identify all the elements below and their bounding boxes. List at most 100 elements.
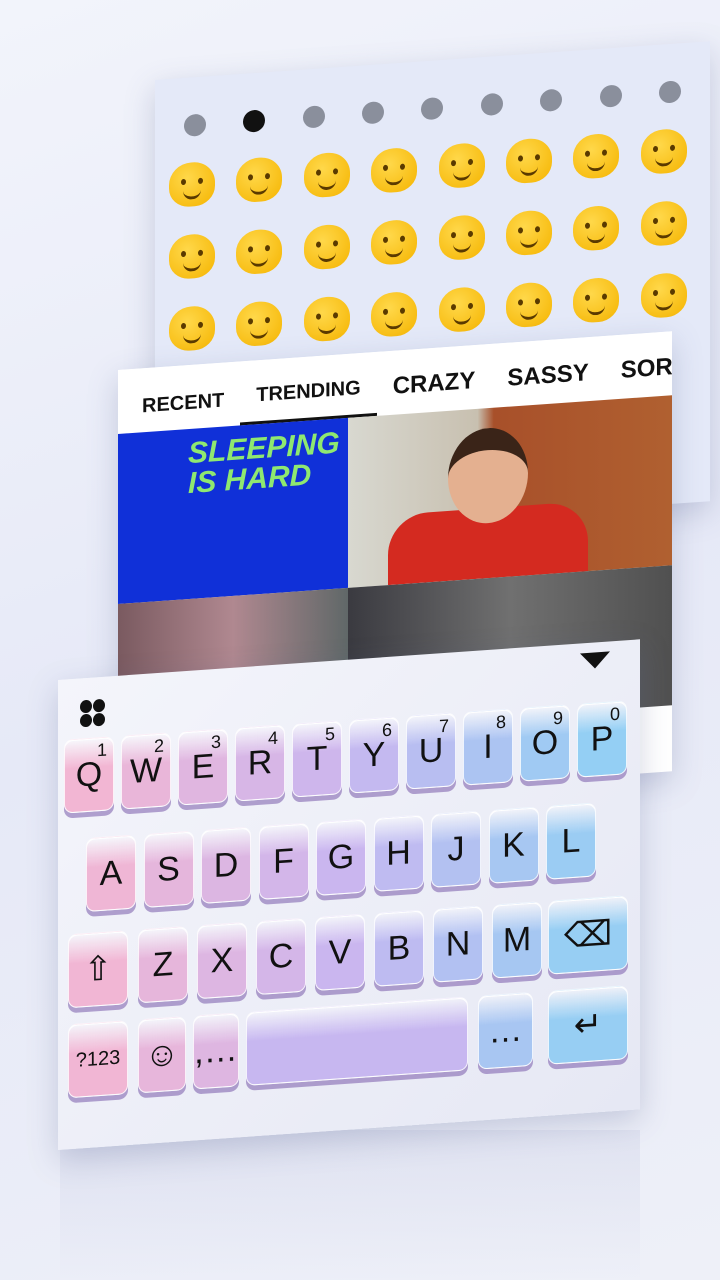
- key-label: M: [502, 919, 532, 960]
- app-menu-icon[interactable]: [80, 698, 106, 729]
- emoji-item[interactable]: [573, 204, 620, 252]
- key-k[interactable]: K: [488, 806, 539, 884]
- emoji-item[interactable]: [505, 209, 552, 257]
- key-q[interactable]: Q1: [64, 736, 114, 814]
- emoji-item[interactable]: [573, 132, 620, 180]
- key-label: G: [327, 836, 355, 877]
- keyboard-reflection: [60, 1130, 640, 1280]
- symbols-key[interactable]: ?123: [68, 1020, 128, 1099]
- gif-woman-red-sweater[interactable]: [348, 395, 672, 588]
- key-i[interactable]: I8: [463, 708, 513, 786]
- key-e[interactable]: E3: [178, 728, 228, 806]
- key-label: H: [386, 832, 411, 873]
- emoji-item[interactable]: [371, 146, 418, 194]
- key-x[interactable]: X: [197, 921, 247, 1000]
- key-y[interactable]: Y6: [349, 716, 399, 794]
- key-d[interactable]: D: [201, 826, 251, 905]
- key-t[interactable]: T5: [292, 720, 342, 798]
- key-label: C: [268, 936, 294, 976]
- emoji-item[interactable]: [169, 232, 215, 281]
- key-label: ,…: [194, 1029, 238, 1071]
- emoji-grid: [155, 111, 710, 368]
- key-a[interactable]: A: [86, 834, 136, 913]
- key-m[interactable]: M: [492, 901, 542, 979]
- key-h[interactable]: H: [373, 814, 424, 892]
- key-label: ⌫: [563, 914, 613, 956]
- emoji-item[interactable]: [236, 300, 283, 348]
- key-number-hint: 9: [552, 707, 563, 729]
- collapse-keyboard-icon[interactable]: [580, 651, 610, 670]
- emoji-item[interactable]: [505, 137, 552, 185]
- flag-icon[interactable]: [659, 79, 682, 104]
- emoji-item[interactable]: [438, 285, 485, 334]
- smiley-icon[interactable]: [243, 108, 266, 133]
- key-number-hint: 4: [267, 727, 278, 749]
- clock-icon[interactable]: [183, 112, 206, 137]
- key-j[interactable]: J: [431, 810, 481, 888]
- emoji-item[interactable]: [505, 281, 552, 329]
- key-label: Z: [152, 944, 174, 984]
- key-f[interactable]: F: [258, 822, 309, 900]
- key-label: J: [447, 829, 465, 869]
- emoji-item[interactable]: [303, 223, 350, 271]
- keyboard: Q 1 W 2 E 3 R 4 T 5 Y 6 U 7 I 8 O 9 P 0 A S D F G H J K L ⇧ Z X C V B N M ⌫ ?1…: [58, 639, 640, 1150]
- shift-key[interactable]: ⇧: [68, 930, 128, 1009]
- key-label: L: [561, 820, 581, 861]
- key-label: ?123: [75, 1046, 121, 1072]
- gif-sleeping-is-hard[interactable]: SLEEPING IS HARD: [118, 417, 348, 604]
- key-u[interactable]: U7: [406, 712, 456, 790]
- comma-key[interactable]: ,…: [193, 1012, 239, 1090]
- enter-key[interactable]: ↵: [548, 985, 628, 1065]
- key-label: …: [488, 1010, 523, 1051]
- key-number-hint: 7: [438, 715, 449, 737]
- emoji-item[interactable]: [236, 156, 283, 204]
- space-key[interactable]: [246, 996, 468, 1086]
- lightbulb-icon[interactable]: [540, 88, 563, 112]
- key-number-hint: 8: [495, 711, 506, 733]
- key-label: N: [445, 923, 471, 964]
- key-v[interactable]: V: [315, 913, 365, 992]
- emoji-item[interactable]: [169, 160, 215, 209]
- key-label: X: [210, 940, 234, 980]
- emoji-item[interactable]: [303, 295, 350, 343]
- bear-icon[interactable]: [302, 104, 325, 129]
- key-number-hint: 1: [96, 739, 107, 761]
- backspace-key[interactable]: ⌫: [548, 895, 628, 975]
- key-r[interactable]: R4: [235, 724, 285, 802]
- key-s[interactable]: S: [143, 830, 194, 909]
- football-icon[interactable]: [480, 92, 503, 116]
- emoji-item[interactable]: [236, 228, 283, 276]
- key-number-hint: 0: [609, 703, 620, 725]
- key-label: D: [213, 844, 239, 885]
- period-key[interactable]: …: [478, 991, 533, 1070]
- emoji-item[interactable]: [640, 199, 687, 248]
- key-number-hint: 5: [324, 723, 335, 745]
- key-l[interactable]: L: [546, 802, 596, 880]
- key-number-hint: 3: [210, 731, 221, 753]
- emoji-item[interactable]: [371, 290, 418, 338]
- key-b[interactable]: B: [374, 909, 424, 987]
- key-o[interactable]: O9: [520, 704, 570, 782]
- emoji-item[interactable]: [303, 151, 350, 199]
- burger-icon[interactable]: [362, 100, 385, 125]
- gif-tab-sorry[interactable]: SORRY: [605, 350, 672, 400]
- key-n[interactable]: N: [433, 905, 483, 983]
- key-g[interactable]: G: [316, 818, 366, 896]
- car-icon[interactable]: [421, 96, 444, 120]
- key-label: I: [483, 727, 493, 766]
- emoji-item[interactable]: [640, 271, 687, 320]
- emoji-key[interactable]: ☺: [138, 1016, 186, 1094]
- key-number-hint: 6: [381, 719, 392, 741]
- key-w[interactable]: W2: [121, 732, 171, 810]
- emoji-item[interactable]: [438, 141, 485, 190]
- key-label: ⇧: [83, 949, 113, 990]
- key-z[interactable]: Z: [138, 925, 188, 1004]
- emoji-item[interactable]: [640, 127, 687, 176]
- key-p[interactable]: P0: [577, 700, 627, 778]
- emoji-item[interactable]: [438, 213, 485, 262]
- emoji-item[interactable]: [371, 218, 418, 266]
- emoji-item[interactable]: [169, 304, 215, 353]
- emoji-item[interactable]: [573, 276, 620, 324]
- key-c[interactable]: C: [256, 917, 306, 996]
- symbols-icon[interactable]: [599, 83, 622, 108]
